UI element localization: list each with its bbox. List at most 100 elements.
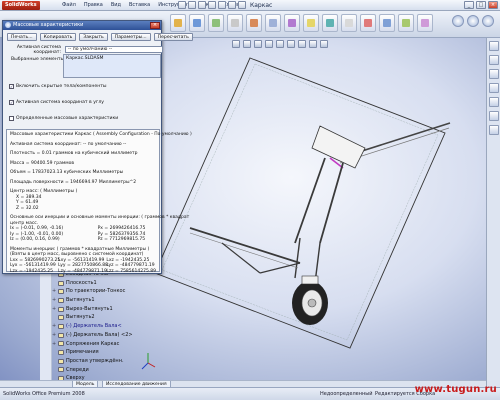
checkbox-icon[interactable]: ✓ bbox=[9, 100, 14, 105]
command-icons bbox=[170, 14, 433, 32]
component-icon bbox=[58, 332, 64, 338]
save-icon[interactable] bbox=[198, 1, 206, 9]
home-icon[interactable] bbox=[452, 15, 464, 27]
rebuild-icon[interactable] bbox=[228, 1, 236, 9]
bill-of-materials-icon[interactable] bbox=[341, 14, 357, 32]
menu-edit[interactable]: Правка bbox=[80, 0, 107, 11]
extrude-icon bbox=[58, 315, 64, 321]
app-logo[interactable]: SolidWorks bbox=[2, 1, 40, 10]
exploded-view-icon[interactable] bbox=[360, 14, 376, 32]
search-pane-icon[interactable] bbox=[489, 83, 499, 93]
move-component-icon[interactable] bbox=[246, 14, 262, 32]
status-version: SolidWorks Office Premium 2008 bbox=[3, 391, 85, 397]
print-button[interactable]: Печать... bbox=[7, 33, 37, 41]
linear-pattern-icon[interactable] bbox=[208, 14, 224, 32]
interference-detection-icon[interactable] bbox=[398, 14, 414, 32]
minimize-button[interactable]: _ bbox=[464, 1, 474, 9]
task-pane bbox=[486, 38, 500, 387]
copy-button[interactable]: Копировать bbox=[39, 33, 77, 41]
bottom-arm bbox=[189, 227, 301, 264]
mate-icon[interactable] bbox=[189, 14, 205, 32]
tree-item[interactable]: + (-) Держатель Вала< bbox=[52, 322, 152, 331]
component-icon bbox=[58, 323, 64, 329]
tree-item[interactable]: Простая утверждённ. bbox=[52, 357, 152, 366]
view-palette-icon[interactable] bbox=[489, 97, 499, 107]
watermark: www.tugun.ru bbox=[414, 384, 497, 395]
design-library-icon[interactable] bbox=[489, 55, 499, 65]
custom-properties-icon[interactable] bbox=[489, 125, 499, 135]
menu-file[interactable]: Файл bbox=[58, 0, 80, 11]
selected-items-list[interactable]: Каркас.SLDASM bbox=[63, 54, 161, 78]
reference-geometry-icon[interactable] bbox=[303, 14, 319, 32]
show-hidden-icon[interactable] bbox=[265, 14, 281, 32]
quick-access-toolbar bbox=[178, 1, 246, 9]
insert-component-icon[interactable] bbox=[170, 14, 186, 32]
smart-fasteners-icon[interactable] bbox=[227, 14, 243, 32]
options-button[interactable]: Параметры... bbox=[110, 33, 151, 41]
principal-axis-row: Iz = (0.00, 0.16, 0.99) Pz = 7712969815.7… bbox=[10, 237, 146, 242]
extrude-icon bbox=[58, 297, 64, 303]
annotations-icon bbox=[58, 350, 64, 356]
mass-properties-icon bbox=[5, 22, 11, 28]
tree-item[interactable]: Плоскость1 bbox=[52, 279, 152, 288]
plane-icon bbox=[58, 280, 64, 286]
frame-tube-right bbox=[319, 162, 344, 244]
tree-item[interactable]: Вытянуть2 bbox=[52, 313, 152, 322]
tree-item[interactable]: + (-) Держатель Вала) <2> bbox=[52, 331, 152, 340]
file-explorer-icon[interactable] bbox=[489, 69, 499, 79]
active-coordinate-checkbox[interactable]: ✓ Активная система координат в углу bbox=[9, 99, 104, 106]
new-doc-icon[interactable] bbox=[178, 1, 186, 9]
dialog-title-bar[interactable]: Массовые характеристики × bbox=[3, 21, 161, 30]
upper-plate bbox=[311, 125, 366, 169]
tree-item[interactable]: Спереди bbox=[52, 366, 152, 375]
coordinate-system-label: Активная система координат: bbox=[16, 45, 61, 55]
feature-tree: Исходная точка Плоскость1 + По траектории… bbox=[52, 270, 152, 381]
appearances-icon[interactable] bbox=[489, 111, 499, 121]
maximize-button[interactable]: □ bbox=[476, 1, 486, 9]
include-hidden-checkbox[interactable]: ✓ Включить скрытые тела/компоненты bbox=[9, 83, 107, 90]
results-text[interactable]: Массовые характеристики Каркас ( Assembl… bbox=[6, 129, 192, 274]
window-title: Каркас bbox=[250, 2, 273, 9]
tree-item[interactable]: + Вытянуть1 bbox=[52, 296, 152, 305]
window-controls: _ □ × bbox=[464, 1, 498, 9]
mates-icon bbox=[58, 341, 64, 347]
options-icon[interactable] bbox=[238, 1, 246, 9]
sweep-icon bbox=[58, 289, 64, 295]
checkbox-icon[interactable] bbox=[9, 116, 14, 121]
menu-view[interactable]: Вид bbox=[107, 0, 125, 11]
print-icon[interactable] bbox=[208, 1, 216, 9]
tree-item[interactable]: + По траектории-Тонкос bbox=[52, 287, 152, 296]
tree-item[interactable]: Примечания bbox=[52, 348, 152, 357]
checkbox-icon[interactable]: ✓ bbox=[9, 84, 14, 89]
dialog-buttons: Печать... Копировать Закрыть Параметры..… bbox=[3, 30, 193, 43]
search-icon[interactable] bbox=[482, 15, 494, 27]
assigned-properties-checkbox[interactable]: Определенные массовые характеристики bbox=[9, 115, 118, 122]
recalculate-button[interactable]: Пересчитать bbox=[153, 33, 193, 41]
moment-row: Lzx = -1942435.25 Lzy = -484779871.19 Lzz … bbox=[10, 268, 156, 274]
title-bar: SolidWorks Файл Правка Вид Вставка Инстр… bbox=[0, 0, 500, 11]
tree-item[interactable]: + Сопряжения Каркас bbox=[52, 340, 152, 349]
mass-properties-dialog: Массовые характеристики × Печать... Копи… bbox=[2, 20, 193, 274]
coordinate-system-select[interactable]: -- по умолчанию -- bbox=[65, 46, 163, 53]
resources-icon[interactable] bbox=[489, 41, 499, 51]
selected-item[interactable]: Каркас.SLDASM bbox=[64, 55, 160, 62]
plane-icon bbox=[58, 367, 64, 373]
dialog-close-button[interactable]: × bbox=[150, 22, 160, 29]
status-defined: Недоопределенный bbox=[320, 391, 373, 397]
new-motion-study-icon[interactable] bbox=[322, 14, 338, 32]
feature-manager-strip bbox=[40, 270, 52, 380]
display-state-icon bbox=[58, 358, 64, 364]
tree-item[interactable]: + Вырез-Вытянуть1 bbox=[52, 305, 152, 314]
close-window-button[interactable]: × bbox=[488, 1, 498, 9]
help-icon[interactable] bbox=[467, 15, 479, 27]
assembly-features-icon[interactable] bbox=[284, 14, 300, 32]
close-button[interactable]: Закрыть bbox=[79, 33, 108, 41]
photoworks-icon[interactable] bbox=[417, 14, 433, 32]
dialog-title: Массовые характеристики bbox=[13, 22, 84, 28]
menu-insert[interactable]: Вставка bbox=[125, 0, 154, 11]
undo-icon[interactable] bbox=[218, 1, 226, 9]
explode-line-icon[interactable] bbox=[379, 14, 395, 32]
document-tabs: Модель Исследование движения bbox=[0, 380, 486, 388]
task-pane-icons bbox=[452, 15, 494, 27]
open-icon[interactable] bbox=[188, 1, 196, 9]
